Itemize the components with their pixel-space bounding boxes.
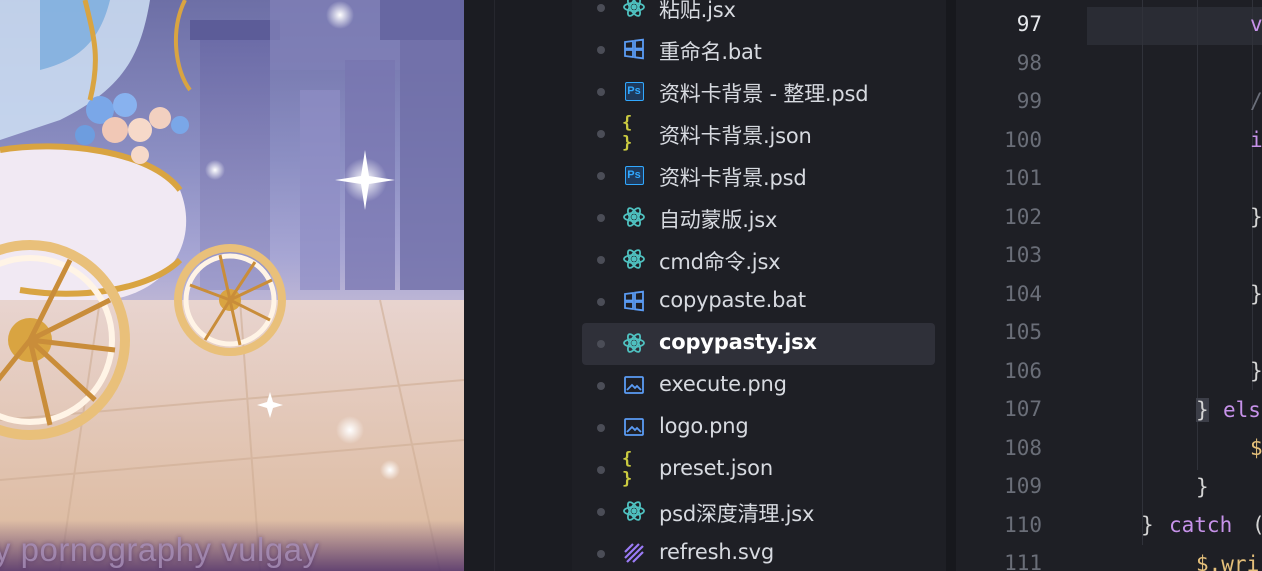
editor-separator[interactable]: [946, 0, 956, 571]
line-number: 106: [1004, 358, 1042, 383]
image-icon: [622, 415, 646, 439]
code-token: i: [1250, 128, 1262, 152]
file-name: 资料卡背景.json: [659, 124, 812, 148]
file-item[interactable]: copypasty.jsx: [582, 323, 935, 365]
file-name: logo.png: [659, 414, 749, 438]
file-item[interactable]: execute.png: [582, 365, 935, 407]
react-icon: [622, 0, 646, 19]
file-name: copypaste.bat: [659, 288, 806, 312]
tree-bullet: [597, 88, 605, 96]
code-token: $: [1250, 436, 1262, 460]
windows-icon: [622, 289, 646, 313]
file-item[interactable]: { } 资料卡背景.json: [582, 113, 935, 155]
windows-icon: [622, 37, 646, 61]
code-brace: }: [1250, 282, 1262, 306]
file-name: copypasty.jsx: [659, 330, 817, 354]
line-number: 101: [1004, 166, 1042, 190]
react-icon: [622, 205, 646, 229]
indent-guide: [1252, 0, 1253, 390]
photoshop-icon: Ps: [622, 163, 646, 187]
file-name: 资料卡背景 - 整理.psd: [659, 82, 869, 106]
tree-bullet: [597, 46, 605, 54]
react-icon: [622, 499, 646, 523]
tree-bullet: [597, 298, 605, 306]
line-number: 107: [1004, 397, 1042, 421]
file-name: 粘贴.jsx: [659, 0, 736, 22]
file-item[interactable]: Ps 资料卡背景 - 整理.psd: [582, 71, 935, 113]
line-number: 102: [1004, 204, 1042, 229]
matched-brace: }: [1196, 398, 1209, 422]
line-number: 103: [1004, 243, 1042, 267]
json-braces-icon: { }: [622, 113, 632, 153]
file-item[interactable]: refresh.svg: [582, 533, 935, 571]
file-name: 重命名.bat: [659, 40, 762, 64]
carriage-illustration: [0, 0, 464, 571]
file-item[interactable]: psd深度清理.jsx: [582, 491, 935, 533]
line-number: 104: [1004, 281, 1042, 306]
line-number: 109: [1004, 474, 1042, 498]
code-paren: (: [1252, 513, 1262, 537]
tree-bullet: [597, 424, 605, 432]
svg-icon: [622, 541, 646, 565]
line-number: 110: [1004, 512, 1042, 537]
line-number: 97: [1016, 12, 1042, 36]
code-comment: /: [1250, 89, 1262, 113]
line-number: 98: [1016, 50, 1042, 75]
file-item[interactable]: copypaste.bat: [582, 281, 935, 323]
file-name: 自动蒙版.jsx: [659, 208, 778, 232]
panel-divider: [494, 0, 495, 571]
tree-bullet: [597, 508, 605, 516]
tree-bullet: [597, 466, 605, 474]
code-token: v: [1250, 12, 1262, 36]
watermark-text: y pornography vulgay: [0, 531, 320, 568]
file-item[interactable]: 重命名.bat: [582, 29, 935, 71]
line-number: 108: [1004, 435, 1042, 460]
code-brace: }: [1250, 205, 1262, 229]
file-item[interactable]: logo.png: [582, 407, 935, 449]
file-item[interactable]: 粘贴.jsx: [582, 0, 935, 29]
json-braces-icon: { }: [622, 449, 632, 489]
file-item[interactable]: { } preset.json: [582, 449, 935, 491]
code-token: $.wri: [1196, 552, 1260, 571]
line-number-gutter: 97 98 99 100 101 102 103 104 105 106 107 108 109 110 1…: [956, 0, 1086, 571]
line-number: 99: [1016, 89, 1042, 113]
file-explorer: 粘贴.jsx 重命名.bat Ps 资料卡背景 - 整理.psd { } 资料卡背景.j…: [572, 0, 946, 571]
code-keyword: els: [1223, 398, 1261, 422]
tree-bullet: [597, 4, 605, 12]
file-name: cmd命令.jsx: [659, 250, 781, 274]
tree-bullet: [597, 550, 605, 558]
react-icon: [622, 331, 646, 355]
tree-bullet: [597, 256, 605, 264]
indent-guide: [1142, 0, 1143, 545]
tree-bullet: [597, 214, 605, 222]
file-item[interactable]: cmd命令.jsx: [582, 239, 935, 281]
code-editor[interactable]: 97 98 99 100 101 102 103 104 105 106 107 108 109 110 1…: [956, 0, 1262, 571]
code-brace: }: [1250, 359, 1262, 383]
file-name: preset.json: [659, 456, 773, 480]
tree-bullet: [597, 382, 605, 390]
panel-gap: [464, 0, 572, 571]
file-name: execute.png: [659, 372, 787, 396]
file-name: psd深度清理.jsx: [659, 502, 815, 526]
react-icon: [622, 247, 646, 271]
photoshop-icon: Ps: [622, 79, 646, 103]
artwork-preview: y pornography vulgay: [0, 0, 464, 571]
code-brace: }: [1141, 513, 1154, 537]
tree-bullet: [597, 172, 605, 180]
line-number: 105: [1004, 320, 1042, 344]
tree-bullet: [597, 130, 605, 138]
file-item[interactable]: 自动蒙版.jsx: [582, 197, 935, 239]
file-name: refresh.svg: [659, 540, 775, 564]
current-line-highlight: [1087, 7, 1262, 45]
tree-bullet: [597, 340, 605, 348]
code-brace: }: [1196, 475, 1209, 499]
file-name: 资料卡背景.psd: [659, 166, 807, 190]
image-icon: [622, 373, 646, 397]
line-number: 111: [1004, 551, 1042, 571]
file-item[interactable]: Ps 资料卡背景.psd: [582, 155, 935, 197]
line-number: 100: [1004, 127, 1042, 152]
code-keyword: catch: [1169, 513, 1233, 537]
